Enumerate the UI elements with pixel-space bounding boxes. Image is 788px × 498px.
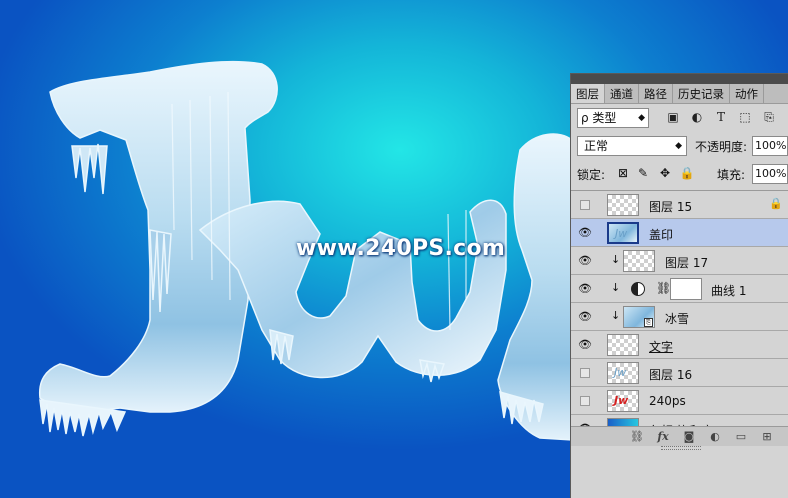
- fill-input[interactable]: 100%: [752, 164, 788, 184]
- layer-filter-label: ρ 类型: [581, 111, 617, 125]
- layer-row-selected[interactable]: 👁 盖印: [571, 219, 788, 247]
- layer-name: 文字: [649, 340, 674, 354]
- lock-brush-icon[interactable]: ✎: [635, 165, 651, 181]
- lock-row: 锁定: ⊠ ✎ ✥ 🔒 填充: 100%: [571, 161, 788, 187]
- layer-name: 图层 15: [649, 200, 693, 214]
- tab-channels[interactable]: 通道: [605, 84, 639, 103]
- eye-icon[interactable]: 👁: [578, 254, 592, 268]
- lock-move-icon[interactable]: ✥: [657, 165, 673, 181]
- layer-thumbnail: [607, 334, 639, 356]
- layer-thumbnail: [607, 222, 639, 244]
- filter-adjustment-icon[interactable]: ◐: [689, 109, 705, 125]
- layer-name: 曲线 1: [711, 284, 747, 298]
- link-layers-icon[interactable]: ⛓: [629, 429, 645, 445]
- layer-row[interactable]: 👁 ↓ ⛓ 曲线 1: [571, 275, 788, 303]
- layer-thumbnail: [607, 194, 639, 216]
- layer-name: 图层 16: [649, 368, 693, 382]
- layer-row[interactable]: 👁 ↓ ⎘ 冰雪: [571, 303, 788, 331]
- tab-actions[interactable]: 动作: [730, 84, 764, 103]
- layer-row[interactable]: 图层 16: [571, 359, 788, 387]
- ice-letter-w: [198, 199, 507, 383]
- layer-thumbnail: [607, 390, 639, 412]
- panel-resize-grip[interactable]: [661, 446, 701, 450]
- clipping-arrow-icon: ↓: [611, 281, 621, 294]
- tab-paths[interactable]: 路径: [639, 84, 673, 103]
- opacity-label: 不透明度:: [695, 140, 748, 154]
- blend-mode-select[interactable]: 正常 ◆: [577, 136, 687, 156]
- layer-thumbnail: [607, 362, 639, 384]
- eye-icon[interactable]: 👁: [578, 310, 592, 324]
- curves-adjustment-icon: [631, 282, 645, 296]
- new-group-folder-icon[interactable]: ▭: [733, 429, 749, 445]
- layer-lock-icon: 🔒: [769, 197, 783, 210]
- visibility-toggle-off[interactable]: [580, 200, 590, 210]
- smart-object-badge-icon: ⎘: [644, 318, 653, 327]
- filter-type-icon[interactable]: T: [713, 109, 729, 125]
- filter-smart-object-icon[interactable]: ⎘: [761, 109, 777, 125]
- eye-icon[interactable]: 👁: [578, 226, 592, 240]
- eye-icon[interactable]: 👁: [578, 338, 592, 352]
- add-mask-icon[interactable]: ◙: [681, 429, 697, 445]
- layer-name: 240ps: [649, 394, 686, 408]
- ice-letter-partial: [497, 133, 573, 441]
- lock-transparent-icon[interactable]: ⊠: [615, 165, 631, 181]
- new-layer-icon[interactable]: ⊞: [759, 429, 775, 445]
- eye-icon[interactable]: 👁: [578, 282, 592, 296]
- layer-thumbnail: [623, 250, 655, 272]
- tab-layers[interactable]: 图层: [571, 84, 605, 103]
- lock-label: 锁定:: [577, 168, 606, 182]
- layers-panel: 图层 通道 路径 历史记录 动作 ρ 类型 ◆ ▣ ◐ T ⬚ ⎘ 正常 ◆ 不…: [570, 73, 788, 498]
- filter-pixel-icon[interactable]: ▣: [665, 109, 681, 125]
- panel-tabs: 图层 通道 路径 历史记录 动作: [571, 84, 788, 104]
- layer-filter-select[interactable]: ρ 类型 ◆: [577, 108, 649, 128]
- new-adjustment-layer-icon[interactable]: ◐: [707, 429, 723, 445]
- filter-shape-icon[interactable]: ⬚: [737, 109, 753, 125]
- visibility-toggle-off[interactable]: [580, 368, 590, 378]
- layer-row[interactable]: 图层 15 🔒: [571, 191, 788, 219]
- layer-row[interactable]: 👁 ↓ 图层 17: [571, 247, 788, 275]
- fx-icon[interactable]: fx: [655, 429, 671, 445]
- fill-label: 填充:: [717, 168, 746, 182]
- layers-list: 图层 15 🔒 👁 盖印 👁 ↓ 图层 17 👁 ↓ ⛓ 曲线 1 👁: [571, 190, 788, 498]
- layer-row[interactable]: 👁 文字: [571, 331, 788, 359]
- select-arrow-icon: ◆: [675, 141, 682, 151]
- layer-name: 图层 17: [665, 256, 709, 270]
- blend-mode-value: 正常: [584, 139, 609, 153]
- blend-row: 正常 ◆ 不透明度: 100%: [571, 133, 788, 159]
- layer-name: 冰雪: [665, 312, 690, 326]
- tab-history[interactable]: 历史记录: [673, 84, 730, 103]
- panel-title-bar[interactable]: [571, 74, 788, 84]
- select-arrow-icon: ◆: [638, 113, 645, 123]
- lock-all-icon[interactable]: 🔒: [679, 165, 695, 181]
- layer-name: 盖印: [649, 228, 674, 242]
- clipping-arrow-icon: ↓: [611, 253, 621, 266]
- layer-row[interactable]: 240ps: [571, 387, 788, 415]
- visibility-toggle-off[interactable]: [580, 396, 590, 406]
- layer-mask-thumbnail[interactable]: [670, 278, 702, 300]
- clipping-arrow-icon: ↓: [611, 309, 621, 322]
- chain-link-icon[interactable]: ⛓: [656, 281, 671, 295]
- panel-footer-toolbar: ⛓ fx ◙ ◐ ▭ ⊞: [571, 426, 788, 446]
- watermark-text: www.240PS.com: [296, 236, 506, 261]
- filter-row: ρ 类型 ◆ ▣ ◐ T ⬚ ⎘: [571, 105, 788, 131]
- opacity-input[interactable]: 100%: [752, 136, 788, 156]
